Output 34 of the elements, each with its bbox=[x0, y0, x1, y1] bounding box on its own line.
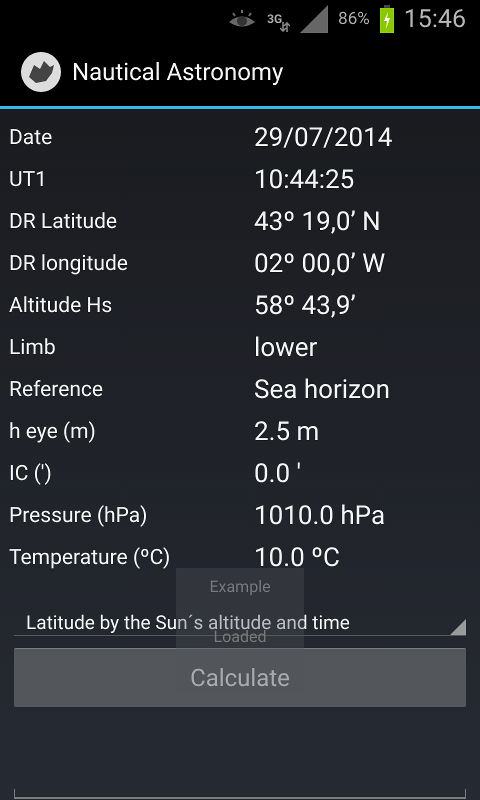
toast-text: Example bbox=[209, 577, 271, 596]
field-value: 02º 00,0’ W bbox=[254, 249, 386, 279]
field-value: 58º 43,9’ bbox=[254, 291, 356, 321]
field-label: UT1 bbox=[9, 168, 48, 192]
dropdown-corner-icon bbox=[450, 619, 466, 635]
field-value: 1010.0 hPa bbox=[254, 501, 386, 531]
app-logo-icon[interactable] bbox=[20, 51, 62, 93]
eye-icon bbox=[227, 9, 258, 29]
battery-charging-icon bbox=[380, 5, 394, 33]
field-label: Date bbox=[9, 126, 54, 150]
input-field[interactable] bbox=[14, 789, 466, 799]
field-label: Pressure (hPa) bbox=[9, 504, 148, 528]
field-label: Temperature (ºC) bbox=[9, 546, 172, 570]
field-value: 10.0 ºC bbox=[254, 543, 340, 573]
field-label: Reference bbox=[9, 378, 104, 402]
field-value: lower bbox=[254, 333, 318, 363]
field-value: Sea horizon bbox=[254, 375, 390, 405]
field-label: DR Latitude bbox=[9, 210, 118, 234]
data-arrows-icon bbox=[280, 22, 290, 32]
field-value: 29/07/2014 bbox=[254, 123, 392, 153]
field-value: 10:44:25 bbox=[254, 165, 354, 195]
app-title: Nautical Astronomy bbox=[72, 58, 284, 86]
field-value: 2.5 m bbox=[254, 417, 320, 447]
field-label: Altitude Hs bbox=[9, 294, 114, 318]
field-label: h eye (m) bbox=[9, 420, 97, 444]
field-label: Limb bbox=[9, 336, 57, 360]
field-label: DR longitude bbox=[9, 252, 129, 276]
signal-icon bbox=[300, 5, 328, 33]
battery-percent: 86% bbox=[338, 9, 370, 29]
field-value: 43º 19,0’ N bbox=[254, 207, 381, 237]
network-indicator: 3G bbox=[267, 14, 282, 24]
field-value: 0.0 ' bbox=[254, 459, 302, 489]
field-label: IC (') bbox=[9, 462, 53, 486]
clock-time: 15:46 bbox=[404, 4, 466, 34]
